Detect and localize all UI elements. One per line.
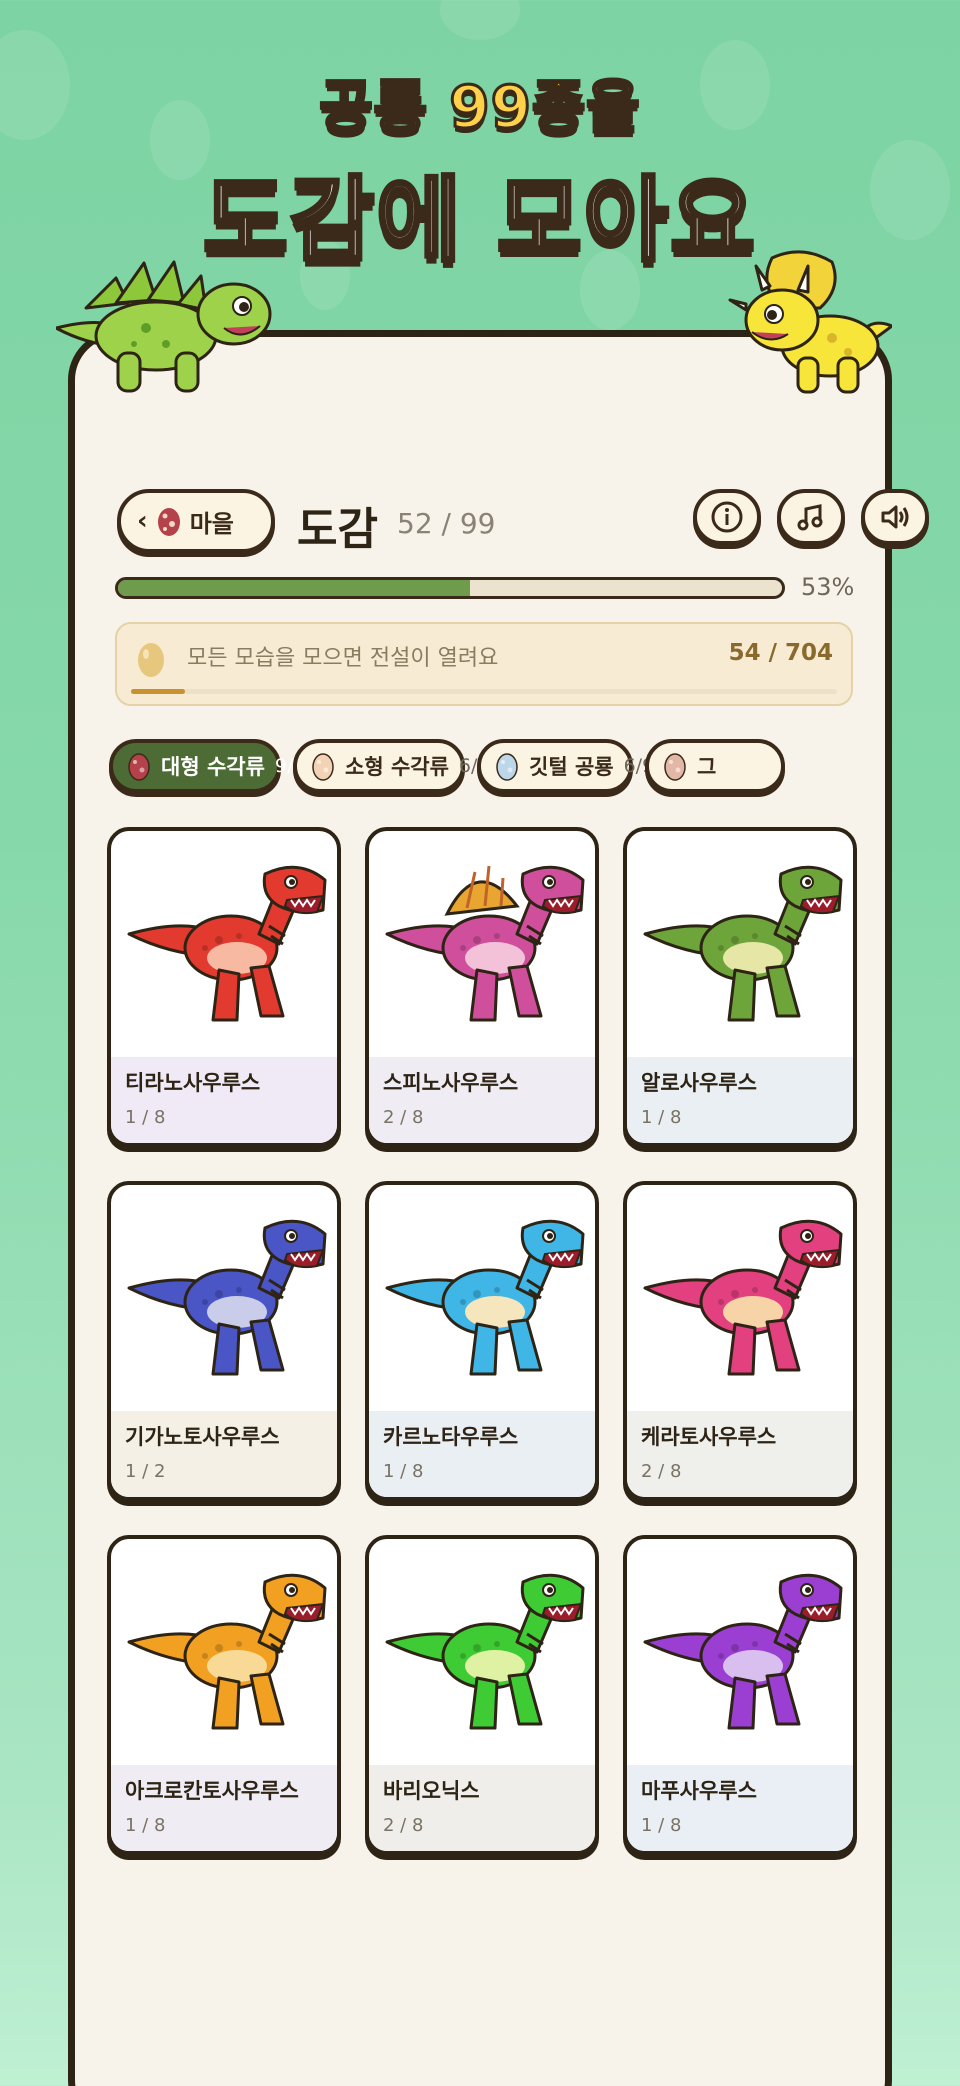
golden-egg-icon	[138, 643, 164, 677]
chevron-left-icon: ‹	[137, 506, 148, 536]
dinosaur-variant-count: 1 / 8	[125, 1107, 166, 1128]
dinosaur-variant-count: 2 / 8	[383, 1815, 424, 1836]
phone-frame: ‹ 마을 도감 52 / 99 53% 모든 모습을 모으면 전설이 열려요 5…	[68, 330, 929, 2086]
dinosaur-illustration	[385, 865, 585, 1022]
collection-progress-bar	[115, 577, 785, 599]
egg-icon	[496, 752, 518, 781]
category-tab[interactable]: 그	[645, 739, 785, 793]
dinosaur-variant-count: 2 / 8	[641, 1461, 682, 1482]
dinosaur-image	[111, 1185, 337, 1411]
dinosaur-info: 알로사우루스 1 / 8	[627, 1057, 853, 1143]
dinosaur-illustration	[385, 1573, 585, 1730]
dinosaur-name: 알로사우루스	[641, 1071, 757, 1095]
dinosaur-image	[369, 1539, 595, 1765]
category-tabs: 대형 수각류 9/9 소형 수각류 6/9 깃털 공룡 6/9 그	[109, 733, 861, 801]
dinosaur-variant-count: 1 / 8	[641, 1107, 682, 1128]
collection-header: ‹ 마을 도감 52 / 99	[117, 487, 929, 557]
legend-unlock-banner: 모든 모습을 모으면 전설이 열려요 54 / 704	[115, 622, 853, 706]
dinosaur-card[interactable]: 카르노타우루스 1 / 8	[365, 1181, 599, 1501]
dinosaur-card[interactable]: 기가노토사우루스 1 / 2	[107, 1181, 341, 1501]
dinosaur-illustration	[643, 1573, 843, 1730]
dinosaur-info: 케라토사우루스 2 / 8	[627, 1411, 853, 1497]
dinosaur-card[interactable]: 티라노사우루스 1 / 8	[107, 827, 341, 1147]
dinosaur-image	[627, 831, 853, 1057]
dinosaur-name: 스피노사우루스	[383, 1071, 519, 1095]
dinosaur-card[interactable]: 케라토사우루스 2 / 8	[623, 1181, 857, 1501]
dinosaur-illustration	[643, 865, 843, 1022]
dinosaur-image	[111, 831, 337, 1057]
egg-icon	[312, 752, 334, 781]
dinosaur-info: 티라노사우루스 1 / 8	[111, 1057, 337, 1143]
dinosaur-image	[111, 1539, 337, 1765]
music-note-icon	[797, 504, 823, 531]
dinosaur-image	[369, 1185, 595, 1411]
dinosaur-name: 케라토사우루스	[641, 1425, 777, 1449]
dinosaur-variant-count: 1 / 8	[383, 1461, 424, 1482]
stegosaurus-mascot	[56, 260, 272, 393]
legend-progress-fill	[131, 689, 186, 694]
dinosaur-card[interactable]: 바리오닉스 2 / 8	[365, 1535, 599, 1855]
dinosaur-illustration	[127, 1573, 327, 1730]
collection-progress-percent: 53%	[801, 573, 855, 601]
egg-icon	[128, 752, 150, 781]
triceratops-mascot	[728, 250, 892, 394]
dinosaur-variant-count: 2 / 8	[383, 1107, 424, 1128]
dinosaur-name: 아크로칸토사우루스	[125, 1779, 299, 1803]
dinosaur-card[interactable]: 알로사우루스 1 / 8	[623, 827, 857, 1147]
egg-icon	[157, 508, 180, 536]
dinosaur-image	[627, 1185, 853, 1411]
promo-heading: 공룡 99종을 도감에 모아요	[0, 60, 960, 279]
sound-button[interactable]	[861, 489, 929, 545]
speaker-icon	[881, 505, 909, 529]
music-button[interactable]	[777, 489, 845, 545]
dinosaur-image	[627, 1539, 853, 1765]
dinosaur-info: 아크로칸토사우루스 1 / 8	[111, 1765, 337, 1851]
collection-count: 52 / 99	[397, 507, 496, 540]
category-tab[interactable]: 대형 수각류 9/9	[109, 739, 306, 793]
dinosaur-variant-count: 1 / 8	[125, 1815, 166, 1836]
dinosaur-info: 카르노타우루스 1 / 8	[369, 1411, 595, 1497]
legend-progress-track	[131, 689, 837, 694]
tab-label: 깃털 공룡	[529, 755, 614, 779]
dinosaur-name: 카르노타우루스	[383, 1425, 519, 1449]
page-title: 도감	[297, 504, 378, 555]
info-icon	[711, 501, 743, 533]
dinosaur-illustration	[127, 1219, 327, 1376]
dinosaur-illustration	[385, 1219, 585, 1376]
dinosaur-variant-count: 1 / 8	[641, 1815, 682, 1836]
category-tab[interactable]: 소형 수각류 6/9	[293, 739, 490, 793]
promo-line1: 공룡 99종을	[318, 72, 641, 143]
dinosaur-card[interactable]: 아크로칸토사우루스 1 / 8	[107, 1535, 341, 1855]
tab-label: 대형 수각류	[161, 755, 265, 779]
back-label: 마을	[189, 509, 234, 538]
dinosaur-card[interactable]: 마푸사우루스 1 / 8	[623, 1535, 857, 1855]
dinosaur-name: 기가노토사우루스	[125, 1425, 280, 1449]
collection-progress-fill	[118, 580, 470, 596]
dinosaur-variant-count: 1 / 2	[125, 1461, 166, 1482]
dinosaur-name: 마푸사우루스	[641, 1779, 757, 1803]
dinosaur-info: 스피노사우루스 2 / 8	[369, 1057, 595, 1143]
dinosaur-info: 기가노토사우루스 1 / 2	[111, 1411, 337, 1497]
dinosaur-info: 바리오닉스 2 / 8	[369, 1765, 595, 1851]
back-to-village-button[interactable]: ‹ 마을	[117, 489, 275, 553]
egg-icon	[664, 752, 686, 781]
dinosaur-illustration	[127, 865, 327, 1022]
tab-label: 그	[697, 755, 717, 779]
dinosaur-image	[369, 831, 595, 1057]
dinosaur-info: 마푸사우루스 1 / 8	[627, 1765, 853, 1851]
dinosaur-card[interactable]: 스피노사우루스 2 / 8	[365, 827, 599, 1147]
dinosaur-name: 티라노사우루스	[125, 1071, 261, 1095]
category-tab[interactable]: 깃털 공룡 6/9	[477, 739, 654, 793]
dinosaur-name: 바리오닉스	[383, 1779, 480, 1803]
legend-unlock-text: 모든 모습을 모으면 전설이 열려요	[187, 646, 499, 671]
legend-unlock-count: 54 / 704	[728, 640, 833, 666]
tab-label: 소형 수각류	[345, 755, 449, 779]
dinosaur-illustration	[643, 1219, 843, 1376]
info-button[interactable]	[693, 489, 761, 545]
